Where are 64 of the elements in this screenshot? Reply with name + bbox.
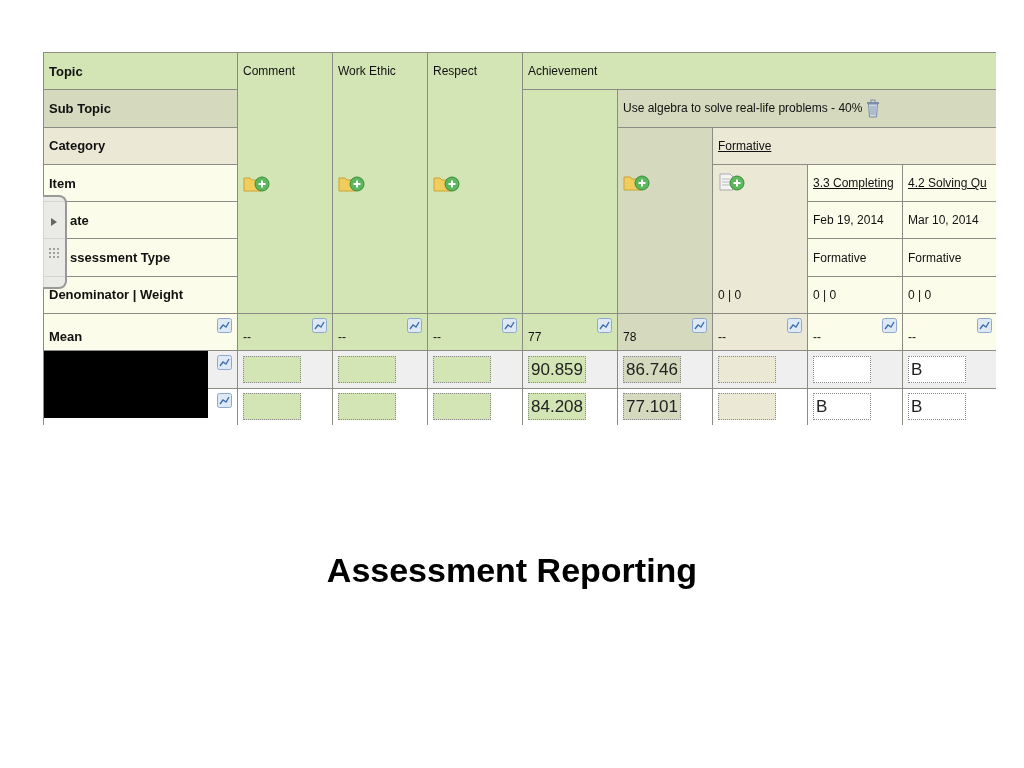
chart-icon[interactable]	[217, 392, 232, 408]
subtopic-title: Use algebra to solve real-life problems - 40%	[623, 101, 863, 116]
weight-text: 0 | 0	[718, 287, 743, 302]
date-text: Feb 19, 2014	[808, 202, 902, 239]
add-folder-icon[interactable]	[338, 174, 365, 193]
trash-icon[interactable]	[866, 98, 881, 118]
chart-icon[interactable]	[692, 318, 707, 334]
chart-icon[interactable]	[787, 318, 802, 334]
grade-field[interactable]	[718, 356, 776, 383]
topic-header: Work Ethic	[338, 63, 397, 80]
grade-field[interactable]: 84.208	[528, 393, 586, 421]
grade-field[interactable]	[338, 393, 396, 421]
grade-field[interactable]: 90.859	[528, 356, 586, 383]
chart-icon[interactable]	[217, 355, 232, 371]
category-link[interactable]: Formative	[718, 138, 772, 153]
grade-field[interactable]: 86.746	[623, 356, 681, 383]
grade-field[interactable]: B	[908, 393, 966, 421]
item-link[interactable]: 4.2 Solving Qu	[908, 176, 987, 191]
chart-icon[interactable]	[312, 318, 327, 334]
chart-icon[interactable]	[502, 318, 517, 334]
grade-field[interactable]: B	[813, 393, 871, 421]
grade-field[interactable]	[243, 356, 301, 383]
grade-field[interactable]	[243, 393, 301, 421]
grade-field[interactable]	[813, 356, 871, 383]
add-folder-icon[interactable]	[243, 174, 270, 193]
type-text: Formative	[903, 239, 996, 276]
grade-field[interactable]	[718, 393, 776, 421]
mean-value: --	[433, 330, 441, 345]
panel-handle[interactable]	[43, 195, 67, 289]
date-text: Mar 10, 2014	[903, 202, 996, 239]
chart-icon[interactable]	[597, 318, 612, 334]
chart-icon[interactable]	[217, 318, 232, 334]
topic-header: Achievement	[523, 53, 996, 90]
mean-value: --	[908, 330, 916, 345]
slide-title: Assessment Reporting	[325, 551, 699, 590]
chart-icon[interactable]	[977, 318, 992, 334]
row-label: Topic	[44, 53, 237, 90]
add-document-icon[interactable]	[718, 172, 745, 191]
mean-value: --	[243, 330, 251, 345]
row-label: Mean	[49, 329, 83, 345]
add-folder-icon[interactable]	[433, 174, 460, 193]
row-label: Sub Topic	[44, 90, 237, 127]
grade-field[interactable]	[338, 356, 396, 383]
grade-field[interactable]: 77.101	[623, 393, 681, 421]
mean-value: --	[813, 330, 821, 345]
row-label: Denominator | Weight	[44, 276, 237, 314]
mean-value: --	[718, 330, 726, 345]
chart-icon[interactable]	[407, 318, 422, 334]
chart-icon[interactable]	[882, 318, 897, 334]
mean-value: 78	[623, 330, 637, 345]
mean-value: 77	[528, 330, 542, 345]
mean-value: --	[338, 330, 346, 345]
row-label: Category	[44, 127, 237, 164]
row-label: Item	[44, 164, 237, 202]
type-text: Formative	[808, 239, 902, 276]
grade-field[interactable]: B	[908, 356, 966, 383]
grade-field[interactable]	[433, 393, 491, 421]
topic-header: Respect	[433, 63, 479, 80]
topic-header: Comment	[243, 63, 296, 80]
grade-field[interactable]	[433, 356, 491, 383]
weight-text: 0 | 0	[903, 276, 996, 314]
item-link[interactable]: 3.3 Completing	[813, 176, 894, 191]
add-folder-icon[interactable]	[623, 172, 650, 191]
weight-text: 0 | 0	[808, 276, 902, 314]
